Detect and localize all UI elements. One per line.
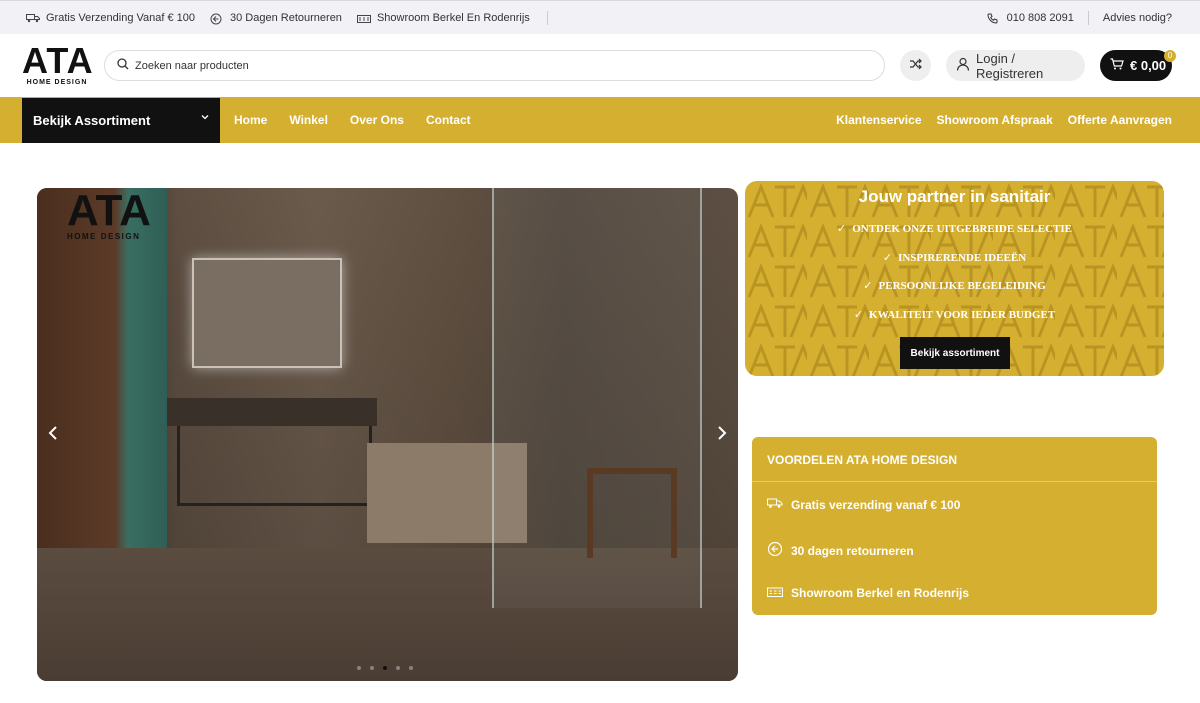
chevron-down-icon: [200, 112, 210, 125]
site-logo[interactable]: ATA HOME DESIGN: [22, 40, 94, 88]
check-icon: ✓: [882, 250, 893, 264]
hero-logo-main: ATA: [67, 188, 151, 235]
nav-link-offerte-aanvragen[interactable]: Offerte Aanvragen: [1068, 113, 1172, 127]
phone-link[interactable]: 010 808 2091: [987, 12, 1074, 24]
usp-shipping: Gratis Verzending Vanaf € 100: [26, 12, 195, 24]
advice-link[interactable]: Advies nodig?: [1103, 12, 1172, 24]
promo-title: Jouw partner in sanitair: [858, 187, 1051, 206]
user-icon: [956, 57, 970, 74]
usp-shipping-text: Gratis Verzending Vanaf € 100: [46, 12, 196, 24]
advice-text: Advies nodig?: [1102, 12, 1172, 24]
hero-image-vanity: [167, 398, 377, 426]
benefit-text: 30 dagen retourneren: [791, 543, 914, 558]
cart-button[interactable]: € 0,00: [1100, 50, 1172, 81]
hero-logo: ATA HOME DESIGN: [67, 188, 151, 242]
nav-link-showroom-afspraak[interactable]: Showroom Afspraak: [937, 113, 1053, 127]
slider-dots: [357, 666, 422, 670]
login-button[interactable]: Login / Registreren: [946, 50, 1085, 81]
chevron-left-icon: [48, 426, 57, 440]
main-nav: Bekijk Assortiment Home Winkel Over Ons …: [0, 97, 1200, 143]
showroom-icon: [356, 13, 371, 23]
nav-links: Home Winkel Over Ons Contact: [234, 97, 493, 143]
benefit-item: 30 dagen retourneren: [767, 541, 914, 560]
divider: [752, 481, 1157, 482]
cart-count-badge: 0: [1164, 50, 1176, 62]
search-bar[interactable]: [104, 50, 885, 81]
truck-icon: [26, 13, 40, 23]
hero-image-vanity-frame: [177, 426, 372, 506]
usp-showroom-text: Showroom Berkel En Rodenrijs: [376, 12, 530, 24]
benefits-title: VOORDELEN ATA HOME DESIGN: [767, 453, 958, 467]
benefit-item: Gratis verzending vanaf € 100: [767, 497, 960, 512]
return-icon: [767, 541, 785, 560]
nav-link-winkel[interactable]: Winkel: [289, 113, 328, 127]
nav-link-home[interactable]: Home: [234, 113, 267, 127]
slider-dot[interactable]: [409, 666, 413, 670]
slider-next-button[interactable]: [716, 424, 728, 447]
hero-logo-sub: HOME DESIGN: [67, 232, 141, 241]
site-header: ATA HOME DESIGN Login / Registreren € 0,…: [0, 34, 1200, 97]
slider-prev-button[interactable]: [47, 424, 59, 447]
assortment-dropdown[interactable]: Bekijk Assortiment: [22, 98, 220, 143]
top-bar: Gratis Verzending Vanaf € 100 30 Dagen R…: [0, 0, 1200, 34]
compare-button[interactable]: [900, 50, 931, 81]
search-icon: [117, 57, 129, 75]
check-icon: ✓: [837, 222, 847, 235]
check-icon: ✓: [853, 307, 864, 321]
promo-list: ✓ ONTDEK ONZE UITGEBREIDE SELECTIE ✓ INSPI…: [745, 221, 1164, 335]
divider: [1087, 11, 1089, 25]
truck-icon: [767, 497, 785, 512]
phone-icon: [987, 13, 1001, 24]
slider-dot[interactable]: [357, 666, 361, 670]
cart-icon: [1110, 58, 1124, 73]
promo-list-item: ✓ KWALITEIT VOOR IEDER BUDGET: [745, 307, 1164, 336]
view-assortment-button[interactable]: Bekijk assortiment: [900, 337, 1010, 369]
promo-item-text: INSPIRERENDE IDEEËN: [898, 251, 1027, 264]
shuffle-icon: [909, 57, 923, 75]
assortment-label: Bekijk Assortiment: [33, 113, 151, 128]
hero-image-bench: [587, 468, 677, 558]
hero-slider[interactable]: ATA HOME DESIGN: [37, 188, 738, 681]
usp-returns-text: 30 Dagen Retourneren: [230, 12, 342, 24]
divider: [546, 11, 548, 25]
logo-sub-text: HOME DESIGN: [26, 79, 88, 86]
benefit-text: Showroom Berkel en Rodenrijs: [791, 585, 970, 600]
nav-link-over-ons[interactable]: Over Ons: [350, 113, 404, 127]
promo-list-item: ✓ INSPIRERENDE IDEEËN: [745, 250, 1164, 279]
benefit-item: Showroom Berkel en Rodenrijs: [767, 585, 969, 600]
slider-dot[interactable]: [370, 666, 374, 670]
top-bar-usps: Gratis Verzending Vanaf € 100 30 Dagen R…: [26, 1, 548, 35]
benefit-text: Gratis verzending vanaf € 100: [791, 497, 961, 512]
promo-item-text: KWALITEIT VOOR IEDER BUDGET: [869, 308, 1056, 321]
return-icon: [210, 13, 224, 25]
slider-dot[interactable]: [396, 666, 400, 670]
benefits-card: VOORDELEN ATA HOME DESIGN Gratis verzend…: [752, 437, 1157, 615]
promo-card: Jouw partner in sanitair ✓ ONTDEK ONZE UI…: [745, 181, 1164, 376]
showroom-icon: [767, 585, 785, 600]
top-bar-contact: 010 808 2091 Advies nodig?: [973, 1, 1172, 35]
promo-list-item: ✓ ONTDEK ONZE UITGEBREIDE SELECTIE: [745, 221, 1164, 250]
login-label: Login / Registreren: [976, 50, 1044, 81]
usp-returns: 30 Dagen Retourneren: [210, 12, 342, 25]
cart-amount: € 0,00: [1130, 58, 1167, 73]
hero-image-mirror: [192, 258, 342, 368]
logo-main-text: ATA: [22, 40, 94, 81]
check-icon: ✓: [863, 279, 873, 292]
promo-item-text: ONTDEK ONZE UITGEBREIDE SELECTIE: [852, 223, 1072, 235]
promo-item-text: PERSOONLIJKE BEGELEIDING: [878, 280, 1046, 292]
usp-showroom: Showroom Berkel En Rodenrijs: [356, 12, 530, 24]
phone-number: 010 808 2091: [1006, 12, 1074, 24]
nav-link-klantenservice[interactable]: Klantenservice: [836, 113, 921, 127]
nav-right-links: Klantenservice Showroom Afspraak Offerte…: [821, 97, 1172, 143]
promo-list-item: ✓ PERSOONLIJKE BEGELEIDING: [745, 278, 1164, 307]
slider-dot-active[interactable]: [383, 666, 387, 670]
chevron-right-icon: [718, 426, 727, 440]
nav-link-contact[interactable]: Contact: [426, 113, 471, 127]
search-input[interactable]: [135, 59, 835, 72]
